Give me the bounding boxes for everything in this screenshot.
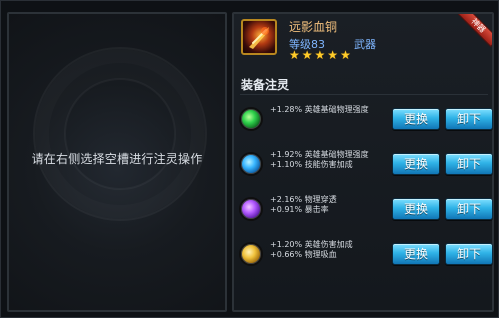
stat-line: +1.10% 技能伤害加成 <box>270 160 353 169</box>
item-name: 远影血铜 <box>289 20 338 34</box>
replace-button[interactable]: 更换 <box>392 243 440 265</box>
artifact-badge: 神器 <box>458 14 492 48</box>
stat-line: +0.66% 物理吸血 <box>270 250 337 259</box>
star-icon: ★ <box>340 48 351 62</box>
unload-button[interactable]: 卸下 <box>445 198 493 220</box>
stat-line: +0.91% 暴击率 <box>270 205 329 214</box>
empty-slot-hint: 请在右侧选择空槽进行注灵操作 <box>31 152 203 166</box>
infusion-slot-4: +1.20% 英雄伤害加成 +0.66% 物理吸血 更换 卸下 <box>234 237 493 277</box>
blue-swirl-gem-icon <box>239 152 263 176</box>
item-star-rating: ★ ★ ★ ★ ★ <box>289 49 351 61</box>
item-header: 远影血铜 等级83 武器 ★ ★ ★ ★ ★ 神器 <box>234 14 492 72</box>
infusion-slot-3: +2.16% 物理穿透 +0.91% 暴击率 更换 卸下 <box>234 192 493 232</box>
weapon-icon <box>241 19 277 55</box>
replace-button[interactable]: 更换 <box>392 153 440 175</box>
purple-crystal-gem-icon <box>239 197 263 221</box>
stat-line: +1.28% 英雄基础物理强度 <box>270 105 369 114</box>
slot-stats: +2.16% 物理穿透 +0.91% 暴击率 <box>270 195 390 215</box>
stat-line: +2.16% 物理穿透 <box>270 195 337 204</box>
star-icon: ★ <box>327 48 339 62</box>
slot-stats: +1.92% 英雄基础物理强度 +1.10% 技能伤害加成 <box>270 150 390 170</box>
unload-button[interactable]: 卸下 <box>445 108 493 130</box>
replace-button[interactable]: 更换 <box>392 198 440 220</box>
unload-button[interactable]: 卸下 <box>445 153 493 175</box>
star-icon: ★ <box>289 48 300 62</box>
slot-stats: +1.20% 英雄伤害加成 +0.66% 物理吸血 <box>270 240 390 260</box>
equipment-infusion-panel: 远影血铜 等级83 武器 ★ ★ ★ ★ ★ 神器 装备注灵 +1.28% 英雄… <box>232 12 494 312</box>
section-divider <box>240 94 488 95</box>
stat-line: +1.20% 英雄伤害加成 <box>270 240 353 249</box>
empty-slot-panel: 请在右侧选择空槽进行注灵操作 <box>7 12 227 312</box>
star-icon: ★ <box>314 48 326 62</box>
section-title: 装备注灵 <box>241 78 290 92</box>
slot-stats: +1.28% 英雄基础物理强度 <box>270 105 390 115</box>
game-window: 请在右侧选择空槽进行注灵操作 远影血铜 等级83 武器 ★ ★ ★ ★ ★ 神器… <box>0 0 499 318</box>
green-swirl-gem-icon <box>239 107 263 131</box>
infusion-slot-1: +1.28% 英雄基础物理强度 更换 卸下 <box>234 102 493 142</box>
artifact-badge-label: 神器 <box>469 16 488 35</box>
star-icon: ★ <box>301 48 313 62</box>
artifact-ribbon: 神器 <box>458 14 492 48</box>
infusion-slot-2: +1.92% 英雄基础物理强度 +1.10% 技能伤害加成 更换 卸下 <box>234 147 493 187</box>
gold-crest-gem-icon <box>239 242 263 266</box>
item-type: 武器 <box>354 38 376 51</box>
unload-button[interactable]: 卸下 <box>445 243 493 265</box>
stat-line: +1.92% 英雄基础物理强度 <box>270 150 369 159</box>
replace-button[interactable]: 更换 <box>392 108 440 130</box>
